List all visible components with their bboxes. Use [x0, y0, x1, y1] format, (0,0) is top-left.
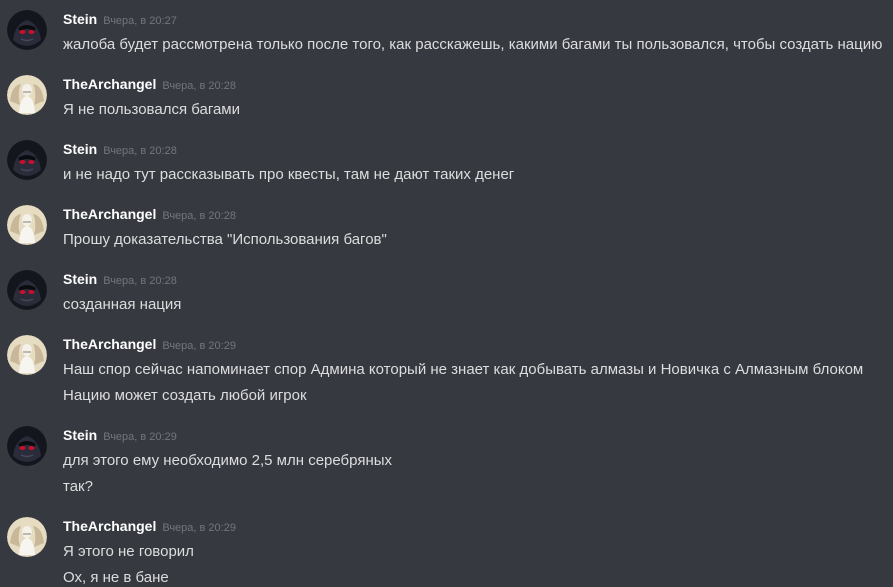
message-timestamp: Вчера, в 20:28	[162, 210, 236, 222]
message-header: TheArchangel Вчера, в 20:28	[63, 74, 236, 94]
message-text: Ох, я не в бане	[63, 569, 169, 586]
message-text: Нацию может создать любой игрок	[63, 387, 307, 404]
archangel-avatar-icon[interactable]	[7, 75, 47, 115]
message-text: Наш спор сейчас напоминает спор Админа к…	[63, 361, 864, 378]
stein-avatar-icon[interactable]	[7, 10, 47, 50]
archangel-avatar-icon[interactable]	[7, 335, 47, 375]
author-name[interactable]: Stein	[63, 427, 97, 443]
message-header: Stein Вчера, в 20:28	[63, 269, 177, 289]
stein-avatar-icon[interactable]	[7, 140, 47, 180]
message-text: Прошу доказательства "Использования баго…	[63, 231, 387, 248]
stein-avatar-icon[interactable]	[7, 426, 47, 466]
chat-messages-area: Stein Вчера, в 20:27 жалоба будет рассмотр…	[0, 0, 893, 587]
stein-avatar-icon[interactable]	[7, 270, 47, 310]
author-name[interactable]: TheArchangel	[63, 518, 156, 534]
author-name[interactable]: TheArchangel	[63, 336, 156, 352]
message-header: TheArchangel Вчера, в 20:29	[63, 334, 236, 354]
message-text: так?	[63, 478, 93, 495]
message-timestamp: Вчера, в 20:29	[162, 340, 236, 352]
message-timestamp: Вчера, в 20:28	[162, 80, 236, 92]
message-text: жалоба будет рассмотрена только после то…	[63, 36, 883, 53]
message-timestamp: Вчера, в 20:28	[103, 275, 177, 287]
archangel-avatar-icon[interactable]	[7, 205, 47, 245]
message-header: TheArchangel Вчера, в 20:29	[63, 516, 236, 536]
message-header: Stein Вчера, в 20:29	[63, 425, 177, 445]
message-text: созданная нация	[63, 296, 182, 313]
author-name[interactable]: Stein	[63, 271, 97, 287]
message-text: Я этого не говорил	[63, 543, 194, 560]
message-header: TheArchangel Вчера, в 20:28	[63, 204, 236, 224]
author-name[interactable]: Stein	[63, 11, 97, 27]
message-timestamp: Вчера, в 20:29	[162, 522, 236, 534]
archangel-avatar-icon[interactable]	[7, 517, 47, 557]
message-text: Я не пользовался багами	[63, 101, 240, 118]
message-timestamp: Вчера, в 20:28	[103, 145, 177, 157]
author-name[interactable]: TheArchangel	[63, 76, 156, 92]
message-header: Stein Вчера, в 20:27	[63, 9, 177, 29]
author-name[interactable]: TheArchangel	[63, 206, 156, 222]
message-text: и не надо тут рассказывать про квесты, т…	[63, 166, 515, 183]
author-name[interactable]: Stein	[63, 141, 97, 157]
message-text: для этого ему необходимо 2,5 млн серебря…	[63, 452, 393, 469]
message-timestamp: Вчера, в 20:29	[103, 431, 177, 443]
message-timestamp: Вчера, в 20:27	[103, 15, 177, 27]
message-header: Stein Вчера, в 20:28	[63, 139, 177, 159]
